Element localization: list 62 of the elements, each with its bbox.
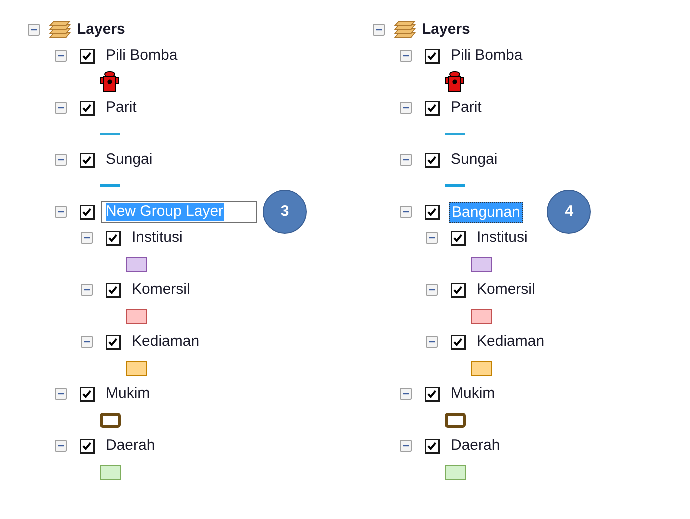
checkbox[interactable] <box>106 282 121 298</box>
layer-name[interactable]: Kediaman <box>132 330 200 354</box>
layer-name[interactable]: Sungai <box>451 148 498 172</box>
layer-name[interactable]: Institusi <box>132 226 183 250</box>
checkbox[interactable] <box>80 152 95 168</box>
layer-name[interactable]: Daerah <box>451 434 500 458</box>
collapse-icon[interactable] <box>400 154 412 166</box>
layer-name[interactable]: Parit <box>106 96 137 120</box>
collapse-icon[interactable] <box>81 336 93 348</box>
checkbox[interactable] <box>106 230 121 246</box>
hydrant-icon <box>100 71 120 93</box>
layer-name[interactable]: Komersil <box>132 278 190 302</box>
collapse-icon[interactable] <box>55 50 67 62</box>
collapse-icon[interactable] <box>81 232 93 244</box>
checkbox[interactable] <box>425 100 440 116</box>
checkbox[interactable] <box>80 100 95 116</box>
collapse-icon[interactable] <box>426 232 438 244</box>
checkbox[interactable] <box>451 282 466 298</box>
collapse-icon[interactable] <box>55 102 67 114</box>
collapse-icon[interactable] <box>400 50 412 62</box>
checkbox[interactable] <box>425 438 440 454</box>
checkbox[interactable] <box>106 334 121 350</box>
collapse-icon[interactable] <box>426 284 438 296</box>
layer-name[interactable]: Sungai <box>106 148 153 172</box>
layers-icon <box>394 21 416 39</box>
layer-name[interactable]: Mukim <box>106 382 150 406</box>
layer-name[interactable]: Komersil <box>477 278 536 302</box>
checkbox[interactable] <box>425 152 440 168</box>
collapse-icon[interactable] <box>373 24 385 36</box>
layer-name[interactable]: Daerah <box>106 434 156 458</box>
layer-name[interactable]: Kediaman <box>477 330 545 354</box>
checkbox[interactable] <box>451 334 466 350</box>
layer-name[interactable]: Parit <box>451 96 482 120</box>
layers-title: Layers <box>422 20 470 40</box>
collapse-icon[interactable] <box>426 336 438 348</box>
layer-name[interactable]: Pili Bomba <box>451 44 523 68</box>
step-badge: 3 <box>263 190 307 234</box>
checkbox[interactable] <box>451 230 466 246</box>
collapse-icon[interactable] <box>55 440 67 452</box>
collapse-icon[interactable] <box>55 206 67 218</box>
layers-icon <box>49 21 71 39</box>
checkbox[interactable] <box>425 48 440 64</box>
layers-title: Layers <box>77 20 126 40</box>
hydrant-icon <box>445 71 465 93</box>
collapse-icon[interactable] <box>28 24 40 36</box>
checkbox[interactable] <box>80 438 95 454</box>
checkbox[interactable] <box>425 204 440 220</box>
checkbox[interactable] <box>80 48 95 64</box>
collapse-icon[interactable] <box>400 388 412 400</box>
step-badge: 4 <box>547 190 592 234</box>
checkbox[interactable] <box>80 386 95 402</box>
layer-name[interactable]: Pili Bomba <box>106 44 178 68</box>
layer-name[interactable]: Institusi <box>477 226 528 250</box>
collapse-icon[interactable] <box>400 440 412 452</box>
checkbox[interactable] <box>425 386 440 402</box>
collapse-icon[interactable] <box>400 206 412 218</box>
checkbox[interactable] <box>80 204 95 220</box>
collapse-icon[interactable] <box>55 388 67 400</box>
collapse-icon[interactable] <box>55 154 67 166</box>
collapse-icon[interactable] <box>81 284 93 296</box>
collapse-icon[interactable] <box>400 102 412 114</box>
layer-name[interactable]: Mukim <box>451 382 496 406</box>
